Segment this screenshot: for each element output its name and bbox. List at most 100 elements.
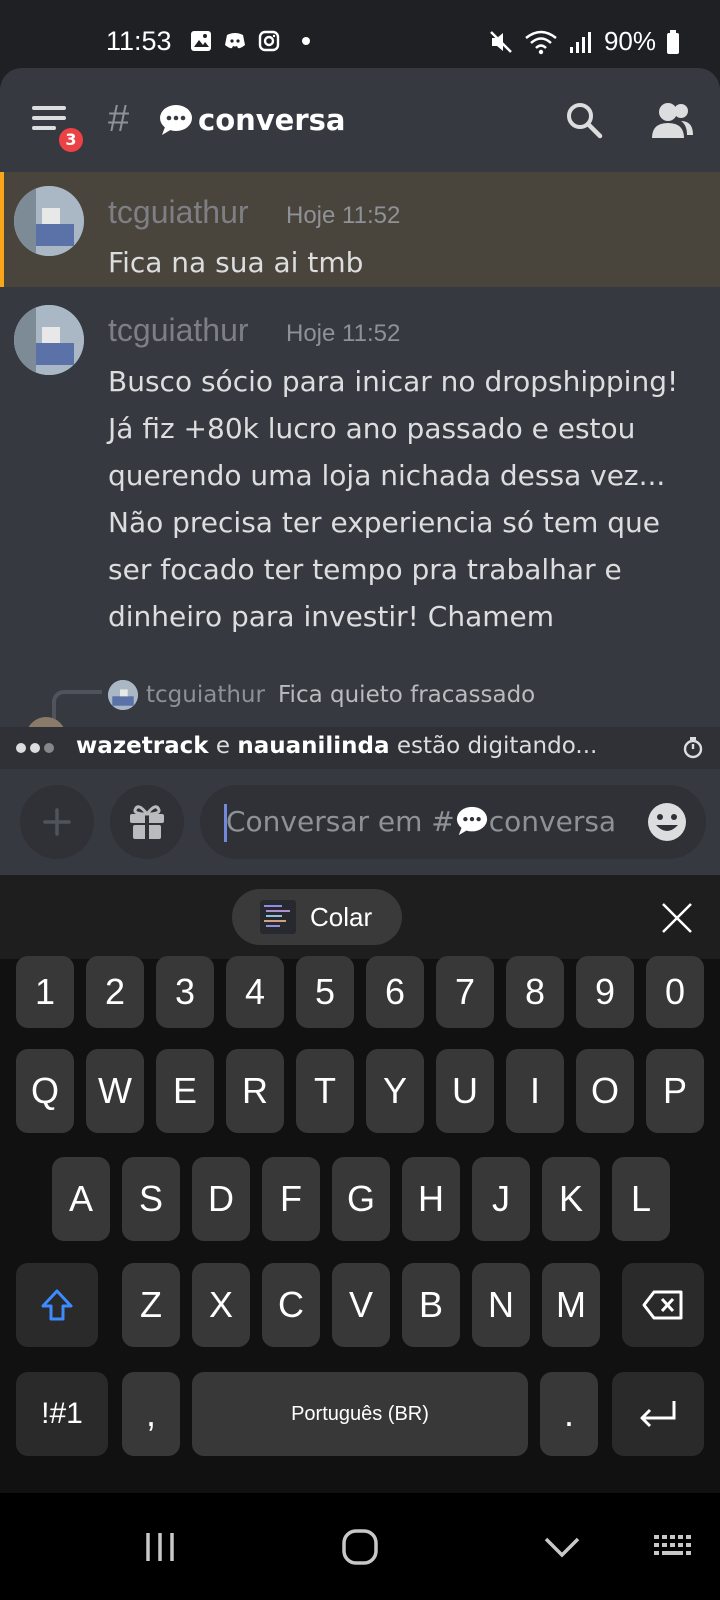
number-key-2[interactable]: 2 bbox=[86, 956, 144, 1028]
letter-key-h[interactable]: H bbox=[402, 1157, 460, 1241]
number-key-6[interactable]: 6 bbox=[366, 956, 424, 1028]
home-icon[interactable] bbox=[336, 1523, 384, 1571]
on-screen-keyboard: 1234567890 QWERTYUIOP ASDFGHJKL ZXCVBNM … bbox=[0, 956, 720, 1493]
backspace-key[interactable] bbox=[622, 1263, 704, 1347]
letter-key-t[interactable]: T bbox=[296, 1049, 354, 1133]
attach-button[interactable] bbox=[20, 785, 94, 859]
reply-preview[interactable]: Fica quieto fracassado bbox=[278, 682, 535, 708]
instagram-icon bbox=[258, 30, 280, 52]
battery-icon bbox=[667, 29, 679, 54]
letter-key-w[interactable]: W bbox=[86, 1049, 144, 1133]
message-input-placeholder: Conversar em # conversa bbox=[226, 804, 617, 838]
enter-icon bbox=[640, 1401, 676, 1428]
symbols-key[interactable]: !#1 bbox=[16, 1372, 108, 1456]
letter-key-l[interactable]: L bbox=[612, 1157, 670, 1241]
number-key-8[interactable]: 8 bbox=[506, 956, 564, 1028]
letter-key-x[interactable]: X bbox=[192, 1263, 250, 1347]
channel-header: 3 # conversa bbox=[0, 68, 720, 172]
letter-key-q[interactable]: Q bbox=[16, 1049, 74, 1133]
shift-key[interactable] bbox=[16, 1263, 98, 1347]
number-key-1[interactable]: 1 bbox=[16, 956, 74, 1028]
number-key-5[interactable]: 5 bbox=[296, 956, 354, 1028]
speech-bubble-icon bbox=[456, 806, 487, 836]
reply-author[interactable]: tcguiathur bbox=[146, 682, 265, 708]
letter-key-s[interactable]: S bbox=[122, 1157, 180, 1241]
clipboard-thumbnail bbox=[260, 900, 296, 934]
keyboard-switch-icon[interactable] bbox=[650, 1523, 698, 1571]
avatar-image bbox=[14, 305, 84, 375]
message-line: Já fiz +80k lucro ano passado e estou bbox=[108, 412, 636, 445]
message-author[interactable]: tcguiathur bbox=[108, 194, 249, 231]
paste-button[interactable]: Colar bbox=[232, 889, 402, 945]
comma-key[interactable]: , bbox=[122, 1372, 180, 1456]
notification-icons bbox=[190, 30, 310, 52]
avatar[interactable] bbox=[14, 186, 84, 256]
message-input[interactable]: Conversar em # conversa bbox=[200, 785, 706, 859]
gift-icon bbox=[130, 805, 164, 839]
keyboard-suggestion-bar: Colar bbox=[0, 875, 720, 959]
typing-indicator: wazetrack e nauanilinda estão digitando.… bbox=[0, 727, 720, 769]
letter-key-d[interactable]: D bbox=[192, 1157, 250, 1241]
letter-key-n[interactable]: N bbox=[472, 1263, 530, 1347]
message-line: ser focado ter tempo pra trabalhar e bbox=[108, 553, 622, 586]
message-text: Fica na sua ai tmb bbox=[108, 246, 364, 279]
number-key-0[interactable]: 0 bbox=[646, 956, 704, 1028]
hide-keyboard-icon[interactable] bbox=[538, 1523, 586, 1571]
letter-key-g[interactable]: G bbox=[332, 1157, 390, 1241]
paste-label: Colar bbox=[310, 901, 373, 932]
message-list[interactable]: tcguiathur Hoje 11:52 Fica na sua ai tmb… bbox=[0, 172, 720, 727]
typing-suffix: estão digitando... bbox=[396, 733, 598, 759]
close-icon[interactable] bbox=[660, 901, 694, 935]
letter-key-k[interactable]: K bbox=[542, 1157, 600, 1241]
letter-key-a[interactable]: A bbox=[52, 1157, 110, 1241]
search-icon[interactable] bbox=[564, 100, 604, 140]
battery-percentage: 90% bbox=[603, 26, 656, 56]
system-status-icons: 90% bbox=[488, 26, 680, 57]
letter-key-o[interactable]: O bbox=[576, 1049, 634, 1133]
mute-icon bbox=[490, 30, 512, 53]
letter-key-e[interactable]: E bbox=[156, 1049, 214, 1133]
channel-title[interactable]: conversa bbox=[158, 102, 345, 138]
unread-badge: 3 bbox=[56, 125, 86, 155]
message-author[interactable]: tcguiathur bbox=[108, 312, 249, 349]
period-key[interactable]: . bbox=[540, 1372, 598, 1456]
letter-key-j[interactable]: J bbox=[472, 1157, 530, 1241]
number-key-3[interactable]: 3 bbox=[156, 956, 214, 1028]
typing-user: wazetrack bbox=[76, 733, 209, 759]
status-bar: 11:53 90% bbox=[0, 0, 720, 68]
channel-name: conversa bbox=[198, 103, 346, 137]
letter-key-i[interactable]: I bbox=[506, 1049, 564, 1133]
reply-connector bbox=[52, 690, 102, 720]
message-line: Não precisa ter experiencia só tem que bbox=[108, 506, 661, 539]
typing-dots-icon bbox=[16, 743, 54, 753]
enter-key[interactable] bbox=[612, 1372, 704, 1456]
channel-hash-icon: # bbox=[108, 98, 130, 140]
letter-key-b[interactable]: B bbox=[402, 1263, 460, 1347]
letter-key-z[interactable]: Z bbox=[122, 1263, 180, 1347]
message-text: Busco sócio para inicar no dropshipping!… bbox=[108, 358, 698, 640]
number-key-9[interactable]: 9 bbox=[576, 956, 634, 1028]
letter-key-p[interactable]: P bbox=[646, 1049, 704, 1133]
recent-apps-icon[interactable] bbox=[136, 1523, 184, 1571]
gift-button[interactable] bbox=[110, 785, 184, 859]
letter-key-r[interactable]: R bbox=[226, 1049, 284, 1133]
space-key[interactable]: Português (BR) bbox=[192, 1372, 528, 1456]
message-timestamp: Hoje 11:52 bbox=[286, 320, 401, 347]
members-icon[interactable] bbox=[650, 100, 694, 140]
letter-key-c[interactable]: C bbox=[262, 1263, 320, 1347]
stopwatch-icon bbox=[683, 737, 703, 759]
discord-icon bbox=[225, 33, 245, 49]
avatar[interactable] bbox=[14, 305, 84, 375]
letter-key-f[interactable]: F bbox=[262, 1157, 320, 1241]
letter-key-y[interactable]: Y bbox=[366, 1049, 424, 1133]
message-composer: Conversar em # conversa bbox=[0, 769, 720, 875]
letter-key-u[interactable]: U bbox=[436, 1049, 494, 1133]
plus-icon bbox=[43, 808, 71, 836]
letter-key-v[interactable]: V bbox=[332, 1263, 390, 1347]
letter-key-m[interactable]: M bbox=[542, 1263, 600, 1347]
emoji-icon[interactable] bbox=[646, 801, 688, 843]
message-timestamp: Hoje 11:52 bbox=[286, 202, 401, 229]
number-key-7[interactable]: 7 bbox=[436, 956, 494, 1028]
wifi-icon bbox=[525, 30, 557, 54]
number-key-4[interactable]: 4 bbox=[226, 956, 284, 1028]
